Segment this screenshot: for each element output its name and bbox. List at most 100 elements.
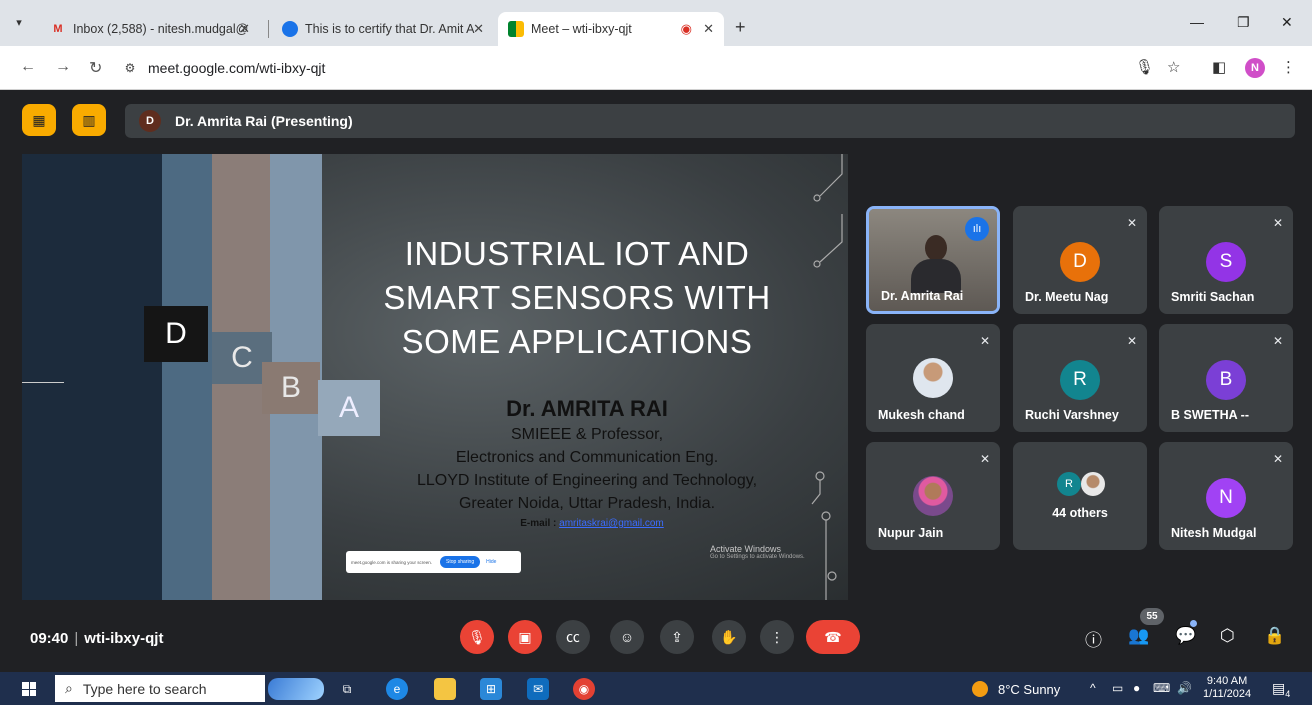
notification-center-icon[interactable]: ▤4 bbox=[1272, 680, 1290, 699]
clock-time: 9:40 AM bbox=[1206, 675, 1248, 687]
edge-icon[interactable]: e bbox=[386, 678, 408, 700]
present-icon: ⇪ bbox=[671, 628, 683, 645]
slide-decor-bar bbox=[22, 154, 162, 600]
microphone-tray-icon[interactable]: ● bbox=[1133, 681, 1140, 695]
participant-tile-b-swetha[interactable]: ✕ B B SWETHA -- bbox=[1159, 324, 1293, 432]
mini-avatar: R bbox=[1057, 472, 1081, 496]
participant-tile-meetu-nag[interactable]: ✕ D Dr. Meetu Nag bbox=[1013, 206, 1147, 314]
captions-button[interactable]: ㏄ bbox=[556, 620, 590, 654]
taskbar-clock[interactable]: 9:40 AM 1/11/2024 bbox=[1203, 675, 1251, 701]
activities-icon[interactable]: ⬡ bbox=[1220, 626, 1235, 646]
clock-date: 1/11/2024 bbox=[1203, 688, 1252, 700]
participant-photo bbox=[913, 476, 953, 516]
stop-sharing-button[interactable]: Stop sharing bbox=[440, 556, 481, 568]
sharing-notice-text: meet.google.com is sharing your screen. bbox=[351, 559, 433, 565]
participant-tile-amrita-rai[interactable]: ılı Dr. Amrita Rai bbox=[866, 206, 1000, 314]
camera-off-button[interactable]: ▣ bbox=[508, 620, 542, 654]
close-icon[interactable]: ✕ bbox=[239, 21, 250, 37]
activate-windows-subtitle: Go to Settings to activate Windows. bbox=[710, 554, 805, 560]
microphone-icon[interactable]: 🎙 bbox=[1135, 58, 1154, 76]
raise-hand-button[interactable]: ✋ bbox=[712, 620, 746, 654]
tab-gmail[interactable]: M Inbox (2,588) - nitesh.mudgal@ ✕ bbox=[40, 12, 260, 46]
mic-off-icon: ✕ bbox=[979, 334, 990, 348]
more-options-button[interactable]: ⋮ bbox=[760, 620, 794, 654]
search-highlight-icon[interactable] bbox=[268, 678, 324, 700]
mic-off-icon: ✕ bbox=[1126, 334, 1137, 348]
back-icon[interactable]: ← bbox=[20, 58, 36, 76]
forward-icon[interactable]: → bbox=[55, 58, 71, 76]
restore-icon[interactable]: ❐ bbox=[1237, 14, 1250, 31]
pin-presentation-icon[interactable]: ▥ bbox=[72, 104, 106, 136]
mic-off-icon: ✕ bbox=[979, 452, 990, 466]
network-icon[interactable]: ⌨ bbox=[1153, 681, 1170, 695]
sun-icon bbox=[972, 681, 988, 697]
present-screen-button[interactable]: ⇪ bbox=[660, 620, 694, 654]
participant-avatar: D bbox=[1060, 242, 1100, 282]
camera-off-icon: ▣ bbox=[518, 628, 532, 645]
bookmark-star-icon[interactable]: ☆ bbox=[1167, 58, 1180, 76]
participant-avatar: B bbox=[1206, 360, 1246, 400]
show-hidden-icons-icon[interactable]: ^ bbox=[1090, 681, 1096, 695]
profile-avatar[interactable]: N bbox=[1245, 58, 1265, 78]
slide-circuit-decor bbox=[811, 154, 843, 600]
meeting-details-icon[interactable]: ⓘ bbox=[1085, 626, 1102, 651]
participant-name: Ruchi Varshney bbox=[1025, 408, 1119, 422]
new-tab-icon[interactable]: + bbox=[735, 17, 746, 38]
emoji-icon: ☺ bbox=[619, 629, 635, 645]
forms-icon bbox=[282, 21, 298, 37]
taskbar-search[interactable]: ⌕ Type here to search bbox=[55, 675, 265, 702]
hide-link[interactable]: Hide bbox=[486, 559, 496, 565]
slide-decor-bar bbox=[162, 154, 212, 600]
close-icon[interactable]: ✕ bbox=[703, 21, 714, 37]
slide-email-line: E-mail : amritaskrai@gmail.com bbox=[462, 518, 722, 529]
store-icon[interactable]: ⊞ bbox=[480, 678, 502, 700]
slide-title-line: INDUSTRIAL IOT AND bbox=[404, 235, 750, 272]
mic-off-icon: ✕ bbox=[1272, 216, 1283, 230]
minimize-icon[interactable]: — bbox=[1190, 14, 1204, 30]
participant-tile-smriti-sachan[interactable]: ✕ S Smriti Sachan bbox=[1159, 206, 1293, 314]
participant-avatar: R bbox=[1060, 360, 1100, 400]
participant-tile-mukesh-chand[interactable]: ✕ Mukesh chand bbox=[866, 324, 1000, 432]
participant-name: Nitesh Mudgal bbox=[1171, 526, 1257, 540]
others-count: 44 others bbox=[1052, 506, 1108, 520]
file-explorer-icon[interactable] bbox=[434, 678, 456, 700]
close-icon[interactable]: ✕ bbox=[473, 21, 484, 37]
tab-label: Inbox (2,588) - nitesh.mudgal@ bbox=[73, 22, 249, 36]
recording-icon: ◉ bbox=[680, 21, 692, 36]
windows-start-icon[interactable] bbox=[22, 682, 36, 696]
more-vert-icon[interactable]: ⋮ bbox=[1281, 58, 1296, 76]
tab-search-chevron-icon[interactable]: ▾ bbox=[10, 14, 28, 32]
camera-feed-person bbox=[911, 259, 961, 293]
url-field[interactable]: ⚙ meet.google.com/wti-ibxy-qjt bbox=[120, 54, 1120, 82]
task-view-icon[interactable]: ⧉ bbox=[336, 678, 358, 700]
site-info-icon[interactable]: ⚙ bbox=[120, 58, 140, 78]
tab-forms[interactable]: This is to certify that Dr. Amit A ✕ bbox=[272, 12, 494, 46]
leave-call-button[interactable]: ☎ bbox=[806, 620, 860, 654]
weather-widget[interactable]: 8°C Sunny bbox=[972, 681, 1060, 697]
side-panel-icon[interactable]: ◧ bbox=[1212, 58, 1226, 76]
reload-icon[interactable]: ↻ bbox=[89, 58, 102, 78]
mic-off-button[interactable]: 🎙 bbox=[460, 620, 494, 654]
people-icon[interactable]: 👥 bbox=[1128, 626, 1149, 646]
chat-icon[interactable]: 💬 bbox=[1175, 626, 1196, 646]
slide-location: Greater Noida, Uttar Pradesh, India. bbox=[458, 495, 716, 512]
participant-tile-ruchi-varshney[interactable]: ✕ R Ruchi Varshney bbox=[1013, 324, 1147, 432]
chrome-icon[interactable]: ◉ bbox=[573, 678, 595, 700]
participant-tile-nupur-jain[interactable]: ✕ Nupur Jain bbox=[866, 442, 1000, 550]
window-close-icon[interactable]: ✕ bbox=[1281, 14, 1293, 31]
slide-dept: Electronics and Communication Eng. bbox=[455, 449, 719, 466]
tab-meet[interactable]: Meet – wti-ibxy-qjt ◉ ✕ bbox=[498, 12, 724, 46]
host-controls-icon[interactable]: 🔒 bbox=[1264, 626, 1285, 646]
reactions-button[interactable]: ☺ bbox=[610, 620, 644, 654]
presentation-layout-icon[interactable]: ▦ bbox=[22, 104, 56, 136]
participant-tile-nitesh-mudgal[interactable]: ✕ N Nitesh Mudgal bbox=[1159, 442, 1293, 550]
gmail-icon: M bbox=[53, 23, 63, 35]
camera-feed-person bbox=[925, 235, 947, 261]
volume-icon[interactable]: 🔊 bbox=[1177, 681, 1192, 695]
meet-tray-icon[interactable]: ▭ bbox=[1112, 681, 1123, 695]
address-bar: ← → ↻ ⚙ meet.google.com/wti-ibxy-qjt 🎙 ☆… bbox=[0, 46, 1312, 90]
taskbar-search-placeholder: Type here to search bbox=[82, 680, 207, 697]
windows-taskbar: ⌕ Type here to search ⧉ e ⊞ ✉ ◉ 8°C Sunn… bbox=[0, 672, 1312, 705]
participant-tile-others[interactable]: R 44 others bbox=[1013, 442, 1147, 550]
mail-icon[interactable]: ✉ bbox=[527, 678, 549, 700]
